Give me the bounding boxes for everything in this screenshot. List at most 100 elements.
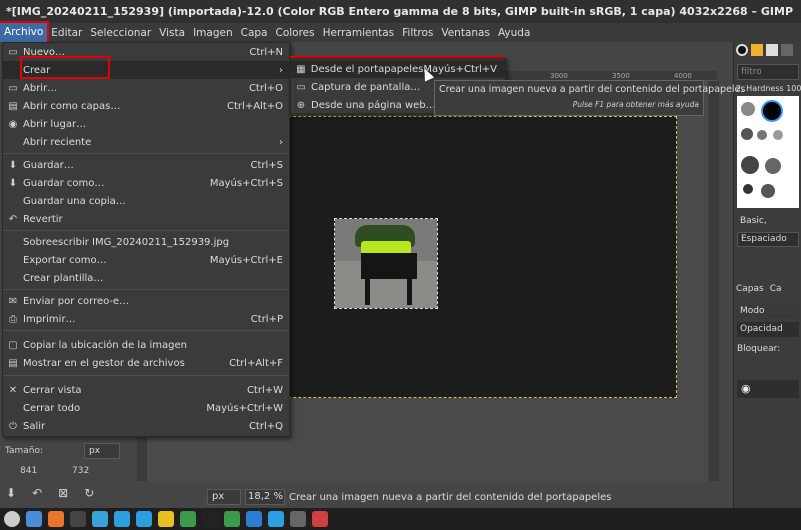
brush-thumb[interactable] xyxy=(741,156,759,174)
status-bar: px 18,2 % Crear una imagen nueva a parti… xyxy=(137,486,733,508)
brush-thumb[interactable] xyxy=(757,130,767,140)
submenu-item-desde-portapapeles[interactable]: ▦ Desde el portapapeles Mayús+Ctrl+V xyxy=(291,60,505,78)
pattern-icon[interactable] xyxy=(751,44,763,56)
opacity-slider[interactable]: Opacidad xyxy=(737,322,799,337)
menu-item-abrir-reciente[interactable]: Abrir reciente › xyxy=(3,133,289,151)
menu-item-sobreescribir[interactable]: Sobreescribir IMG_20240211_152939.jpg xyxy=(3,233,289,251)
menu-herramientas[interactable]: Herramientas xyxy=(319,27,399,39)
unit-select[interactable]: px xyxy=(84,443,120,459)
taskbar xyxy=(0,508,801,530)
menu-bar: Archivo Editar Seleccionar Vista Imagen … xyxy=(0,21,801,44)
app-icon[interactable] xyxy=(92,511,108,527)
chevron-right-icon: › xyxy=(279,136,283,148)
brush-thumb[interactable] xyxy=(741,102,755,116)
save-preset-icon[interactable]: ⬇ xyxy=(6,486,16,500)
brush-thumb[interactable] xyxy=(761,184,775,198)
brush-thumb-selected[interactable] xyxy=(761,100,783,122)
menu-capa[interactable]: Capa xyxy=(237,27,272,39)
tab-channels[interactable]: Ca xyxy=(770,284,782,294)
menu-item-guardar-como[interactable]: ⬇ Guardar como… Mayús+Ctrl+S xyxy=(3,174,289,192)
restore-icon[interactable]: ↶ xyxy=(32,486,42,500)
telegram-icon[interactable] xyxy=(114,511,130,527)
terminal-icon[interactable] xyxy=(70,511,86,527)
pasted-image-layer[interactable] xyxy=(334,218,438,309)
layer-row[interactable]: ◉ xyxy=(737,380,799,398)
menu-ayuda[interactable]: Ayuda xyxy=(494,27,534,39)
open-layers-icon: ▤ xyxy=(8,100,18,112)
menu-item-enviar-correo[interactable]: ✉ Enviar por correo-e… xyxy=(3,292,289,310)
menu-item-abrir-capas[interactable]: ▤ Abrir como capas… Ctrl+Alt+O xyxy=(3,97,289,115)
menu-separator xyxy=(3,289,289,290)
menu-item-guardar-copia[interactable]: Guardar una copia… xyxy=(3,192,289,210)
menu-item-crear-plantilla[interactable]: Crear plantilla… xyxy=(3,269,289,287)
app-icon[interactable] xyxy=(180,511,196,527)
brush-filter-input[interactable]: filtro xyxy=(737,64,799,80)
ruler-tick-label: 3000 xyxy=(550,72,568,80)
right-dock: filtro 2. Hardness 100 (51 Basic, Espaci… xyxy=(733,42,801,508)
height-value[interactable]: 732 xyxy=(72,466,89,476)
reset-icon[interactable]: ↻ xyxy=(84,486,94,500)
tab-layers[interactable]: Capas xyxy=(736,284,764,294)
menu-item-imprimir[interactable]: ⎙ Imprimir… Ctrl+P xyxy=(3,310,289,328)
menu-item-abrir[interactable]: ▭ Abrir… Ctrl+O xyxy=(3,79,289,97)
menu-archivo[interactable]: Archivo xyxy=(0,21,50,44)
font-icon[interactable] xyxy=(766,44,778,56)
spacing-slider[interactable]: Espaciado xyxy=(737,232,799,247)
size-label: Tamaño: xyxy=(5,446,44,456)
status-unit-select[interactable]: px xyxy=(207,489,241,505)
eye-icon[interactable]: ◉ xyxy=(741,382,751,395)
copy-location-icon: ▢ xyxy=(8,339,18,351)
app-icon[interactable] xyxy=(268,511,284,527)
brush-thumb[interactable] xyxy=(741,128,753,140)
brush-icon[interactable] xyxy=(736,44,748,56)
layer-mode-select[interactable]: Modo xyxy=(737,304,799,319)
document-icon[interactable] xyxy=(781,44,793,56)
brush-thumb[interactable] xyxy=(765,158,781,174)
tool-options-panel: Tamaño: px 841 732 ⬇ ↶ ⊠ ↻ xyxy=(0,436,132,508)
files-icon[interactable] xyxy=(26,511,42,527)
vertical-scrollbar[interactable] xyxy=(709,81,719,481)
menu-vista[interactable]: Vista xyxy=(155,27,189,39)
title-bar: *[IMG_20240211_152939] (importada)-12.0 … xyxy=(0,0,801,23)
brush-grid[interactable] xyxy=(737,96,799,208)
menu-item-salir[interactable]: ⏻ Salir Ctrl+Q xyxy=(3,417,289,435)
menu-filtros[interactable]: Filtros xyxy=(398,27,437,39)
menu-item-guardar[interactable]: ⬇ Guardar… Ctrl+S xyxy=(3,156,289,174)
save-as-icon: ⬇ xyxy=(8,177,18,189)
brush-thumb[interactable] xyxy=(743,184,753,194)
ruler-tick-label: 4000 xyxy=(674,72,692,80)
menu-item-mostrar-gestor[interactable]: ▤ Mostrar en el gestor de archivos Ctrl+… xyxy=(3,354,289,372)
zoom-select[interactable]: 18,2 % xyxy=(245,489,285,505)
brush-thumb[interactable] xyxy=(773,130,783,140)
vscode-icon[interactable] xyxy=(246,511,262,527)
menu-imagen[interactable]: Imagen xyxy=(189,27,237,39)
telegram-icon[interactable] xyxy=(136,511,152,527)
revert-icon: ↶ xyxy=(8,213,18,225)
width-value[interactable]: 841 xyxy=(20,466,37,476)
menu-item-cerrar-vista[interactable]: ✕ Cerrar vista Ctrl+W xyxy=(3,381,289,399)
app-icon[interactable] xyxy=(224,511,240,527)
ruler-tick-label: 3500 xyxy=(612,72,630,80)
web-page-icon: ⊕ xyxy=(296,99,306,111)
menu-item-revertir[interactable]: ↶ Revertir xyxy=(3,210,289,228)
gimp-icon[interactable] xyxy=(290,511,306,527)
menu-item-exportar-como[interactable]: Exportar como… Mayús+Ctrl+E xyxy=(3,251,289,269)
menu-item-abrir-lugar[interactable]: ◉ Abrir lugar… xyxy=(3,115,289,133)
app-icon[interactable] xyxy=(158,511,174,527)
menu-colores[interactable]: Colores xyxy=(271,27,318,39)
screenshot-icon: ▭ xyxy=(296,81,306,93)
photo-bench-leg xyxy=(407,277,412,305)
menu-item-copiar-ubicacion[interactable]: ▢ Copiar la ubicación de la imagen xyxy=(3,336,289,354)
firefox-icon[interactable] xyxy=(48,511,64,527)
menu-item-cerrar-todo[interactable]: Cerrar todo Mayús+Ctrl+W xyxy=(3,399,289,417)
menu-editar[interactable]: Editar xyxy=(47,27,86,39)
start-menu-icon[interactable] xyxy=(4,511,20,527)
menu-seleccionar[interactable]: Seleccionar xyxy=(86,27,155,39)
terminal-icon[interactable] xyxy=(202,511,218,527)
status-message: Crear una imagen nueva a partir del cont… xyxy=(289,491,612,503)
chevron-right-icon: › xyxy=(279,64,283,76)
delete-icon[interactable]: ⊠ xyxy=(58,486,68,500)
menu-ventanas[interactable]: Ventanas xyxy=(437,27,494,39)
app-icon[interactable] xyxy=(312,511,328,527)
tooltip-text: Crear una imagen nueva a partir del cont… xyxy=(439,84,746,95)
